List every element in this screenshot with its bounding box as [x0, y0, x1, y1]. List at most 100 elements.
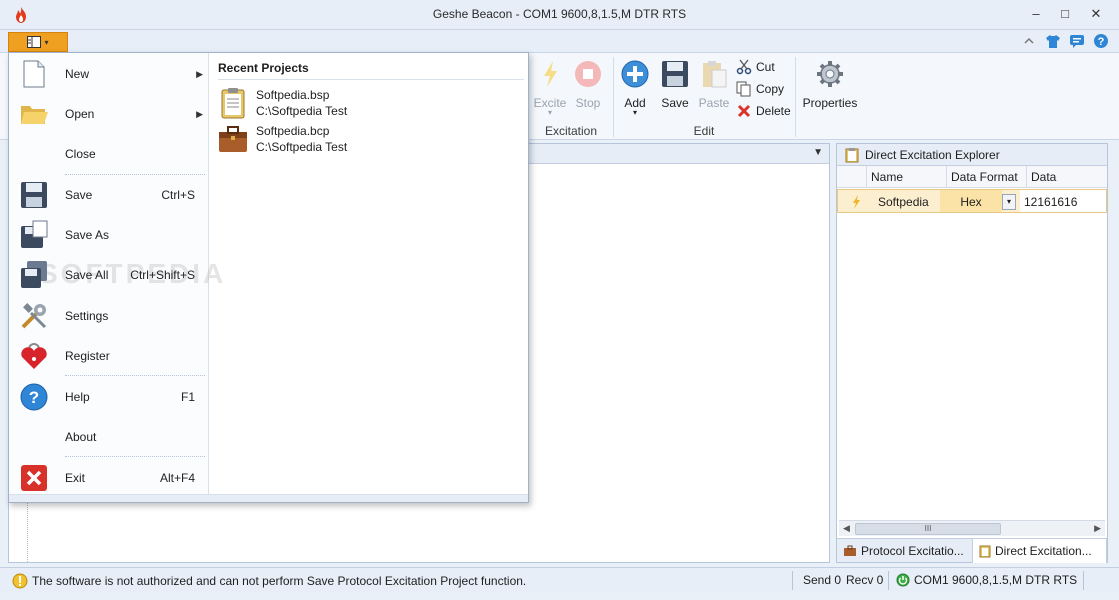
menu-item-save[interactable]: Save Ctrl+S	[9, 176, 209, 214]
delete-icon	[737, 104, 751, 118]
column-header-name[interactable]: Name	[867, 166, 947, 187]
delete-label: Delete	[756, 104, 791, 118]
column-header-data-format[interactable]: Data Format	[947, 166, 1027, 187]
menu-item-shortcut: Ctrl+S	[161, 188, 195, 202]
cell-name[interactable]: Softpedia	[874, 190, 940, 212]
blank-icon	[19, 422, 49, 452]
direct-excitation-panel: Direct Excitation Explorer Name Data For…	[836, 143, 1108, 563]
menu-item-label: Open	[65, 107, 95, 121]
file-menu-tab[interactable]: ▾	[8, 32, 68, 52]
menu-item-label: Close	[65, 147, 96, 161]
menu-item-label: New	[65, 67, 90, 81]
menu-item-label: Register	[65, 349, 110, 363]
scissors-icon	[736, 59, 752, 75]
stop-button[interactable]: Stop	[570, 59, 606, 110]
menu-item-close[interactable]: Close	[9, 135, 209, 173]
floppy-icon	[21, 182, 47, 208]
menu-item-save-all[interactable]: Save All Ctrl+Shift+S	[9, 256, 209, 294]
recent-item-path: C:\Softpedia Test	[256, 104, 348, 118]
add-button[interactable]: Add ▾	[618, 59, 652, 117]
scroll-right-icon[interactable]: ▶	[1094, 523, 1101, 534]
recent-item[interactable]: Softpedia.bcp C:\Softpedia Test	[218, 123, 347, 155]
maximize-button[interactable]: □	[1054, 4, 1076, 24]
shirt-icon[interactable]	[1045, 33, 1061, 49]
panel-title: Direct Excitation Explorer	[865, 147, 1000, 162]
delete-button[interactable]: Delete	[736, 103, 791, 119]
column-header-data[interactable]: Data	[1027, 166, 1105, 187]
exit-icon	[21, 465, 47, 491]
menu-item-exit[interactable]: Exit Alt+F4	[9, 459, 209, 497]
menu-item-label: Exit	[65, 471, 86, 485]
recent-item[interactable]: Softpedia.bsp C:\Softpedia Test	[218, 87, 347, 119]
gear-icon	[817, 61, 843, 87]
floppy-all-icon	[21, 261, 47, 288]
cut-button[interactable]: Cut	[736, 59, 775, 75]
ribbon-separator	[795, 57, 796, 137]
scroll-left-icon[interactable]: ◀	[843, 523, 850, 534]
scrollbar-thumb[interactable]: III	[855, 523, 1001, 535]
connected-icon	[896, 573, 910, 587]
menu-item-open[interactable]: Open ▶	[9, 95, 209, 133]
paste-button[interactable]: Paste	[696, 59, 732, 110]
menu-item-settings[interactable]: Settings	[9, 297, 209, 335]
briefcase-icon	[219, 126, 247, 152]
menu-item-label: Help	[65, 390, 90, 404]
menu-item-save-as[interactable]: Save As	[9, 216, 209, 254]
clipboard-icon	[221, 88, 245, 119]
menu-item-label: About	[65, 430, 97, 444]
menu-item-new[interactable]: New ▶	[9, 55, 209, 93]
warning-icon	[12, 573, 28, 589]
chevron-right-icon: ▶	[196, 108, 203, 119]
chevron-down-icon[interactable]: ▾	[1002, 194, 1016, 210]
dropdown-arrow-icon[interactable]: ▼	[813, 147, 823, 158]
recent-projects-pane: Recent Projects Softpedia.bsp C:\Softped…	[210, 53, 528, 502]
recent-item-path: C:\Softpedia Test	[256, 140, 348, 154]
table-row[interactable]: Softpedia Hex ▾ 12161616	[837, 189, 1107, 213]
window-title: Geshe Beacon - COM1 9600,8,1.5,M DTR RTS	[432, 7, 687, 21]
tab-label: Direct Excitation...	[995, 544, 1092, 558]
ribbon-tab-row: ▾ ?	[0, 30, 1119, 52]
up-icon[interactable]	[1021, 33, 1037, 49]
menu-item-label: Save	[65, 188, 93, 202]
excite-button[interactable]: Excite ▾	[532, 59, 568, 117]
port-status: COM1 9600,8,1.5,M DTR RTS	[896, 573, 1077, 587]
menu-icon	[27, 36, 42, 48]
save-label: Save	[661, 96, 689, 110]
recent-item-name: Softpedia.bcp	[256, 124, 330, 138]
minimize-button[interactable]: –	[1025, 4, 1047, 24]
stop-icon	[575, 61, 601, 87]
tab-direct-excitation[interactable]: Direct Excitation...	[973, 539, 1107, 563]
tab-protocol-excitation[interactable]: Protocol Excitatio...	[837, 539, 973, 563]
blank-icon	[19, 139, 49, 169]
menu-item-help[interactable]: ? Help F1	[9, 378, 209, 416]
status-separator	[1083, 571, 1084, 590]
format-dropdown[interactable]: ▾	[1002, 190, 1020, 212]
properties-button[interactable]: Properties	[800, 59, 860, 110]
cell-data-format[interactable]: Hex	[940, 190, 1002, 212]
briefcase-icon	[844, 545, 856, 556]
properties-label: Properties	[802, 96, 858, 110]
help-icon: ?	[20, 383, 48, 411]
port-text: COM1 9600,8,1.5,M DTR RTS	[914, 573, 1078, 587]
divider	[218, 79, 524, 80]
chat-icon[interactable]	[1069, 33, 1085, 49]
status-separator	[792, 571, 793, 590]
copy-button[interactable]: Copy	[736, 81, 784, 97]
save-button[interactable]: Save	[658, 59, 692, 110]
help-icon[interactable]: ?	[1093, 33, 1109, 49]
status-text: The software is not authorized and can n…	[32, 574, 527, 588]
menu-item-register[interactable]: Register	[9, 337, 209, 375]
menu-item-about[interactable]: About	[9, 418, 209, 456]
file-menu-commands: SOFTPEDIA New ▶ Open ▶ Close Save Ctrl+S…	[9, 53, 223, 502]
menu-separator	[65, 375, 205, 376]
menu-item-shortcut: Alt+F4	[159, 471, 195, 485]
close-button[interactable]: ✕	[1085, 4, 1107, 24]
send-count: Send 0	[803, 573, 842, 587]
file-menu: SOFTPEDIA New ▶ Open ▶ Close Save Ctrl+S…	[8, 52, 529, 503]
edit-group: Add ▾ Save Paste Cut Copy Delete Edit	[614, 53, 794, 141]
edit-group-label: Edit	[693, 124, 715, 138]
heart-lock-icon	[21, 343, 47, 369]
cell-data[interactable]: 12161616	[1020, 190, 1106, 212]
horizontal-scrollbar[interactable]: ◀ III ▶	[839, 520, 1105, 536]
menu-footer	[9, 494, 528, 502]
